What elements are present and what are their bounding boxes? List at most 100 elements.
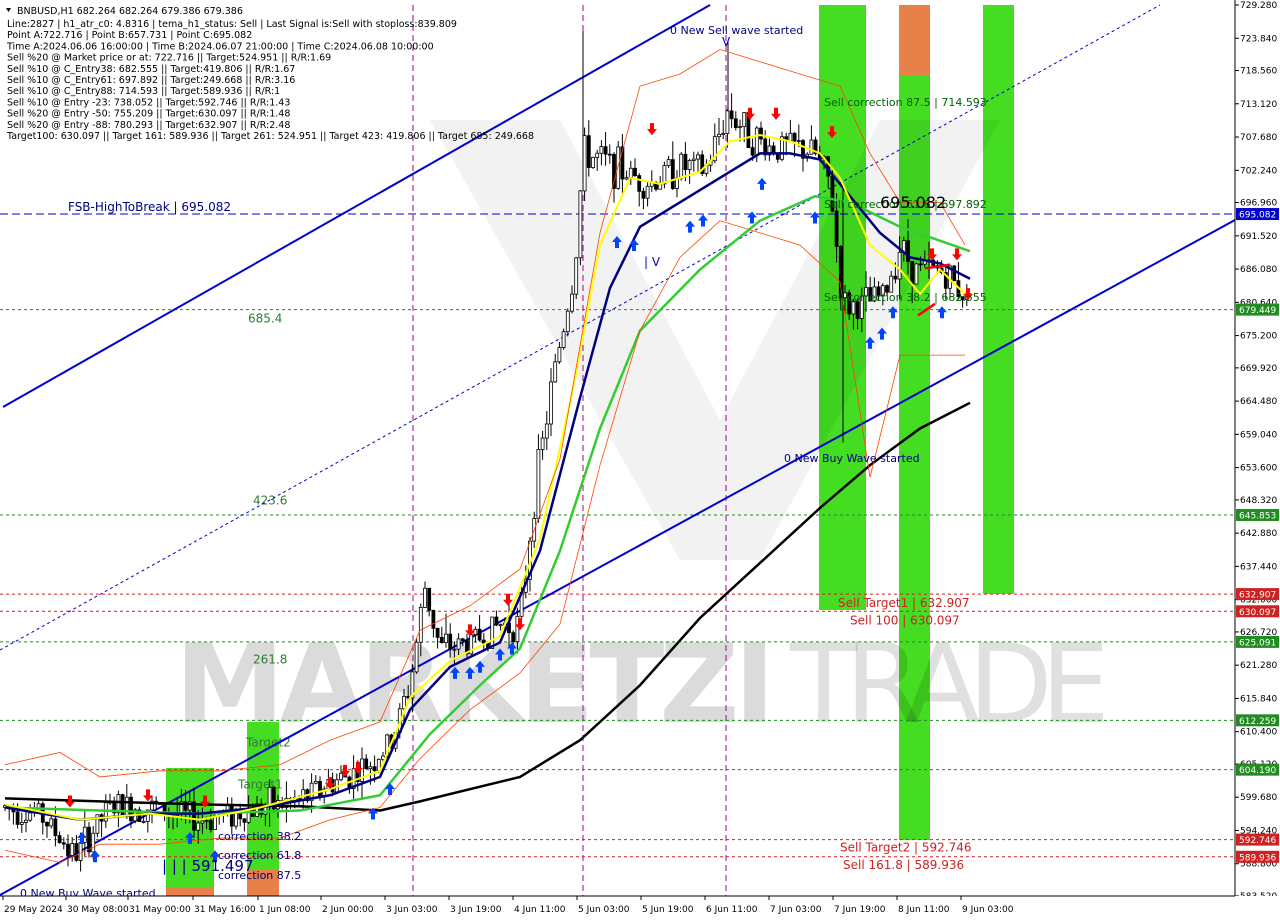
candle-body bbox=[582, 135, 587, 192]
candle-body bbox=[691, 158, 696, 161]
candle-body bbox=[750, 147, 755, 156]
candle-body bbox=[452, 648, 457, 651]
x-tick-label: 7 Jun 19:00 bbox=[834, 905, 886, 915]
candle-body bbox=[855, 301, 860, 319]
zone-band bbox=[899, 5, 930, 75]
buy-arrow-icon bbox=[685, 220, 695, 233]
candle-body bbox=[19, 822, 24, 825]
buy-arrow-icon bbox=[937, 306, 947, 319]
candle-body bbox=[696, 154, 700, 160]
candle-body bbox=[318, 780, 322, 797]
info-line: Sell %10 @ C_Entry88: 714.593 || Target:… bbox=[7, 86, 280, 97]
candle-body bbox=[70, 843, 75, 856]
candle-body bbox=[301, 789, 306, 800]
candle-body bbox=[586, 135, 591, 168]
candle-body bbox=[213, 815, 217, 830]
candle-body bbox=[889, 275, 894, 293]
y-tick-label: 610.400 bbox=[1240, 728, 1277, 738]
candle-body bbox=[771, 145, 776, 154]
candle-body bbox=[628, 167, 633, 179]
candle-body bbox=[918, 263, 923, 266]
candle-body bbox=[28, 812, 33, 821]
candle-body bbox=[553, 361, 558, 383]
info-line: Sell %10 @ Entry -23: 738.052 || Target:… bbox=[7, 97, 290, 108]
x-tick-label: 9 Jun 03:00 bbox=[962, 905, 1014, 915]
candle-body bbox=[759, 127, 763, 140]
collapse-icon bbox=[6, 8, 11, 12]
annotation-sell-wave: 0 New Sell wave started bbox=[670, 24, 803, 37]
y-tick-label: 669.920 bbox=[1240, 364, 1277, 374]
candle-body bbox=[729, 110, 734, 120]
annotation-sell-corr-875: Sell correction 87.5 | 714.593 bbox=[824, 96, 987, 109]
fib-label: 685.4 bbox=[248, 311, 282, 325]
candle-body bbox=[679, 153, 684, 179]
level-price-text: 679.449 bbox=[1239, 306, 1276, 316]
candle-body bbox=[427, 587, 432, 611]
y-tick-label: 599.680 bbox=[1240, 793, 1277, 803]
candle-body bbox=[662, 165, 667, 185]
fib-label: 261.8 bbox=[253, 653, 287, 667]
level-price-text: 695.082 bbox=[1239, 211, 1276, 221]
candle-body bbox=[670, 159, 675, 189]
candle-body bbox=[624, 177, 629, 180]
candle-body bbox=[448, 633, 453, 650]
y-tick-label: 615.840 bbox=[1240, 694, 1277, 704]
fib-label: 423.6 bbox=[253, 494, 287, 508]
candle-body bbox=[641, 190, 646, 199]
candle-body bbox=[74, 843, 79, 861]
level-label: Sell Target1 | 632.907 bbox=[838, 596, 970, 610]
candle-body bbox=[599, 146, 604, 154]
candle-body bbox=[637, 175, 642, 192]
y-tick-label: 659.040 bbox=[1240, 430, 1277, 440]
y-tick-label: 642.880 bbox=[1240, 529, 1277, 539]
candle-body bbox=[66, 843, 70, 856]
candle-body bbox=[439, 636, 444, 644]
y-tick-label: 713.120 bbox=[1240, 100, 1277, 110]
candle-body bbox=[192, 801, 196, 831]
fib-label: Target1 bbox=[237, 777, 283, 791]
candle-body bbox=[490, 616, 495, 649]
x-tick-label: 31 May 16:00 bbox=[194, 905, 256, 915]
y-tick-label: 691.520 bbox=[1240, 232, 1277, 242]
candle-body bbox=[204, 820, 209, 822]
candle-body bbox=[834, 210, 839, 247]
candle-body bbox=[200, 820, 205, 824]
y-tick-label: 729.280 bbox=[1240, 1, 1277, 11]
candle-body bbox=[57, 835, 62, 844]
price-chart[interactable]: MARKETZITRADE 695.082679.449645.853632.9… bbox=[0, 0, 1280, 920]
candle-body bbox=[120, 794, 125, 818]
x-tick-label: 3 Jun 03:00 bbox=[386, 905, 438, 915]
candle-body bbox=[738, 126, 742, 129]
level-price-text: 632.907 bbox=[1239, 591, 1276, 601]
candle-body bbox=[561, 331, 566, 348]
x-tick-label: 3 Jun 19:00 bbox=[450, 905, 502, 915]
candle-body bbox=[633, 167, 637, 177]
info-line: Sell %20 @ Entry -88: 780.293 || Target:… bbox=[7, 120, 290, 131]
buy-arrow-icon bbox=[757, 177, 767, 190]
candle-body bbox=[578, 190, 583, 259]
level-price-text: 630.097 bbox=[1239, 608, 1276, 618]
x-tick-label: 5 Jun 19:00 bbox=[642, 905, 694, 915]
info-line: Sell %20 @ Market price or at: 722.716 |… bbox=[7, 53, 331, 64]
candle-body bbox=[607, 153, 612, 156]
candle-body bbox=[838, 245, 843, 298]
candle-body bbox=[952, 265, 957, 282]
candle-body bbox=[61, 842, 66, 845]
info-line: Line:2827 | h1_atr_c0: 4.8316 | tema_h1_… bbox=[7, 19, 457, 30]
candle-body bbox=[414, 641, 419, 673]
candle-body bbox=[893, 275, 898, 280]
candle-body bbox=[15, 811, 20, 825]
info-line: Sell %10 @ C_Entry61: 697.892 || Target:… bbox=[7, 75, 295, 86]
annotation-point-low: | V bbox=[644, 255, 661, 269]
info-line: Point A:722.716 | Point B:657.731 | Poin… bbox=[7, 30, 252, 41]
annotation-point-a: V bbox=[722, 35, 731, 49]
candle-body bbox=[603, 146, 608, 155]
candle-body bbox=[687, 160, 692, 170]
candle-body bbox=[196, 822, 201, 831]
candle-body bbox=[402, 695, 406, 710]
candle-body bbox=[595, 152, 600, 158]
buy-arrow-icon bbox=[747, 211, 757, 224]
candle-body bbox=[792, 132, 797, 142]
y-tick-label: 702.240 bbox=[1240, 166, 1277, 176]
y-tick-label: 637.440 bbox=[1240, 562, 1277, 572]
